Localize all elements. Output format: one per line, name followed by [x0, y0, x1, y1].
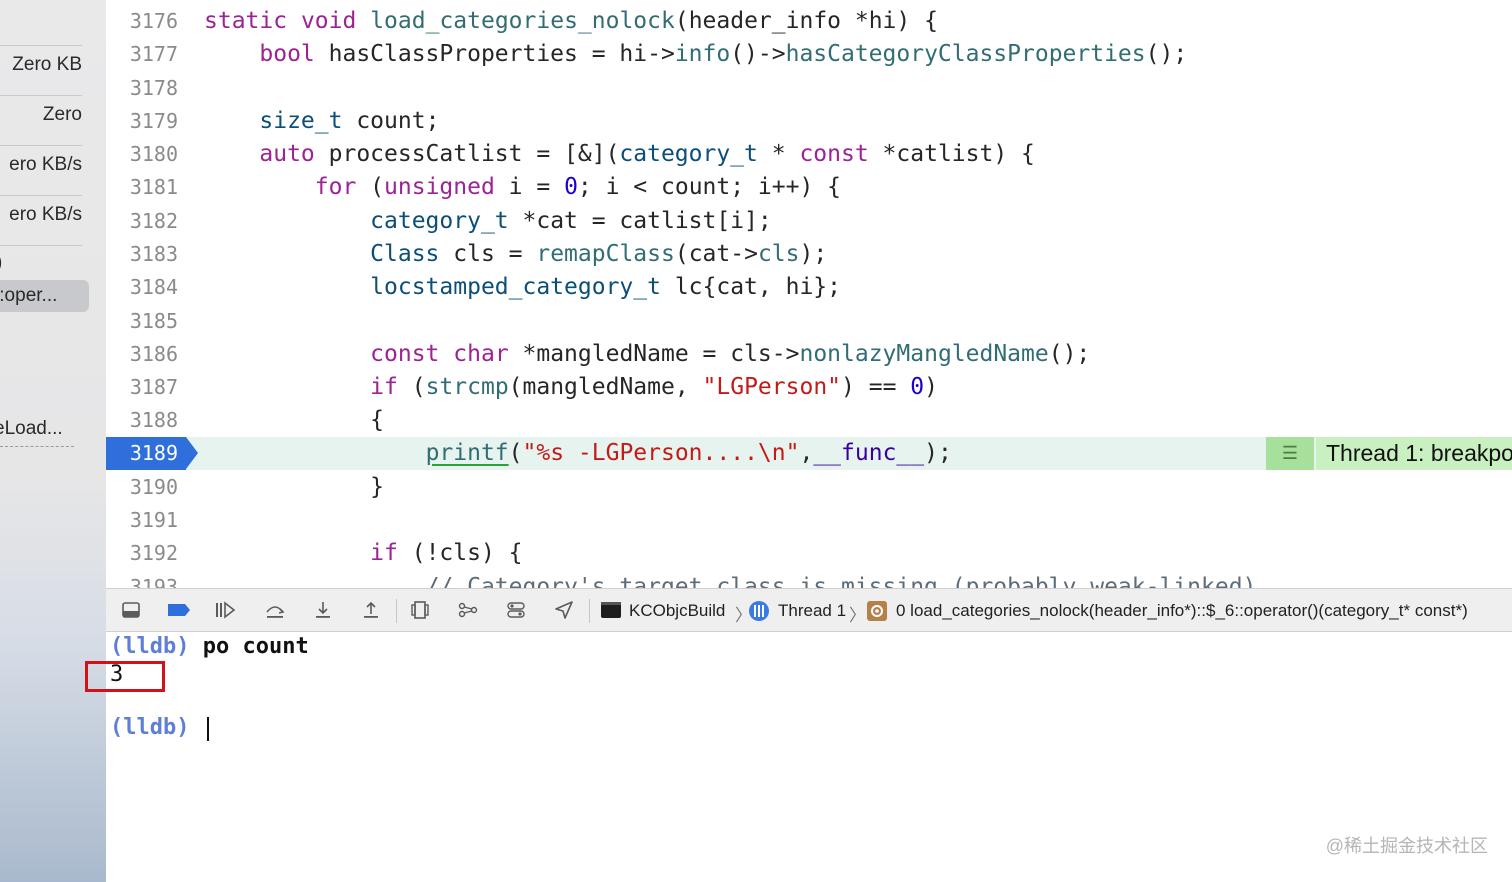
step-into-icon[interactable] — [312, 600, 334, 622]
console-line[interactable]: (lldb) — [110, 715, 189, 740]
step-out-icon[interactable] — [360, 600, 382, 622]
toolbar-separator — [589, 599, 590, 623]
highlight-box — [85, 661, 165, 692]
sidebar-row[interactable]: ero KB/s — [0, 204, 82, 226]
breakpoints-toggle-icon[interactable] — [166, 600, 192, 622]
code-text: } — [370, 474, 385, 500]
stack-frame-icon — [866, 600, 888, 622]
breadcrumb-frame[interactable]: 0 load_categories_nolock(header_info*)::… — [896, 601, 1468, 621]
line-number: 3193 — [129, 575, 178, 588]
sidebar-row[interactable]: Zero KB — [0, 54, 82, 76]
thread-annotation-label: Thread 1: breakpoint — [1314, 437, 1512, 470]
code-text: bool hasClassProperties = hi->info()->ha… — [259, 41, 1188, 67]
toolbar-separator — [396, 599, 397, 623]
text-cursor — [207, 717, 209, 741]
terminal-app-icon — [600, 600, 622, 622]
step-over-icon[interactable] — [264, 600, 286, 622]
breadcrumb-target[interactable]: KCObjcBuild — [629, 601, 725, 621]
code-comment: // Category's target class is missing (p… — [425, 574, 1271, 588]
sidebar-separator — [0, 145, 82, 146]
sidebar-separator — [0, 95, 82, 96]
simulate-location-icon[interactable] — [553, 600, 575, 622]
breadcrumb-thread[interactable]: Thread 1 — [778, 601, 846, 621]
code-line[interactable]: 3177 bool hasClassProperties = hi->info(… — [106, 38, 1512, 71]
code-line[interactable]: 3193 // Category's target class is missi… — [106, 571, 1512, 588]
watermark: @稀土掘金技术社区 — [1325, 836, 1488, 856]
sidebar-selected-label[interactable]: ::oper... — [0, 285, 57, 307]
code-line[interactable]: 3184 locstamped_category_t lc{cat, hi}; — [106, 271, 1512, 304]
menu-lines-icon[interactable]: ☰ — [1266, 437, 1314, 470]
sidebar-separator — [0, 195, 82, 196]
sidebar-dotted-divider — [0, 446, 74, 447]
sidebar-separator — [0, 245, 82, 246]
debug-navigator-sidebar: Zero KB Zero ero KB/s ero KB/s ) ::oper.… — [0, 0, 106, 882]
console-prompt: (lldb) — [110, 634, 190, 659]
console-line: (lldb) po count — [110, 634, 309, 659]
sidebar-frame-item[interactable]: eLoad... — [0, 418, 63, 440]
code-line[interactable]: 3190 } — [106, 471, 1512, 504]
sidebar-row[interactable]: ero KB/s — [0, 154, 82, 176]
sidebar-paren: ) — [0, 252, 2, 274]
thread-icon — [748, 600, 770, 622]
console-command: po count — [202, 634, 309, 659]
breakpoint-arrow-icon — [186, 437, 198, 469]
console-prompt: (lldb) — [110, 715, 190, 740]
environment-overrides-icon[interactable] — [505, 600, 527, 622]
hide-debug-area-icon[interactable] — [120, 600, 142, 622]
sidebar-separator — [0, 45, 82, 46]
debug-toolbar: KCObjcBuild 〉 Thread 1 〉 0 load_categori… — [106, 588, 1512, 632]
view-hierarchy-icon[interactable] — [409, 600, 431, 622]
memory-graph-icon[interactable] — [457, 600, 479, 622]
lldb-console[interactable]: (lldb) po count 3 (lldb) — [106, 632, 1512, 882]
chevron-right-icon: 〉 — [849, 606, 866, 625]
thread-annotation[interactable]: ☰ Thread 1: breakpoint — [1266, 437, 1512, 470]
continue-icon[interactable] — [214, 600, 236, 622]
code-editor[interactable]: 3176 static void load_categories_nolock(… — [106, 0, 1512, 588]
code-text: locstamped_category_t lc{cat, hi}; — [370, 274, 841, 300]
sidebar-row[interactable]: Zero — [0, 104, 82, 126]
